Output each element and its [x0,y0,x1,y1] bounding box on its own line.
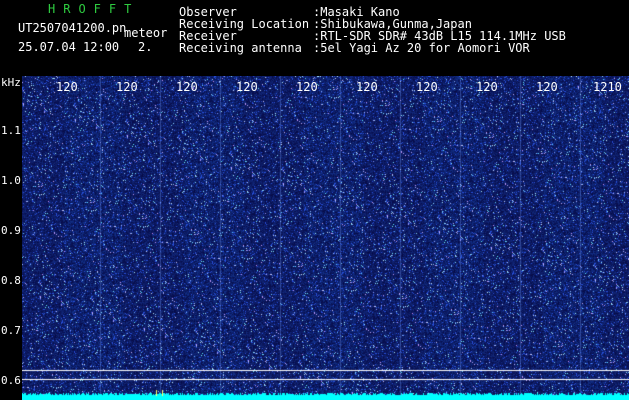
x-tick: 120 [56,80,78,94]
x-tick: 120 [356,80,378,94]
x-tick: 120 [476,80,498,94]
y-axis: kHz 1.1 1.0 0.9 0.8 0.7 0.6 [0,76,22,400]
x-tick: 120 [416,80,438,94]
app-logo: HROFFT [48,2,140,16]
y-tick: 1.1 [1,124,21,137]
x-tick: 120 [536,80,558,94]
x-tick: 1210 [593,80,622,94]
y-tick: 0.8 [1,274,21,287]
y-tick: 1.0 [1,174,21,187]
y-unit-label: kHz [1,76,21,89]
x-tick: 120 [176,80,198,94]
info-header: HROFFT UT2507041200.pn meteor 25.07.04 1… [0,0,629,76]
y-tick: 0.7 [1,324,21,337]
event-count: 2. [138,40,153,54]
event-tag: meteor [124,26,168,40]
spectrogram-canvas [22,76,629,400]
y-tick: 0.6 [1,374,21,387]
filename: UT2507041200.pn [18,21,127,35]
antenna-label: Receiving antenna [179,41,302,55]
x-tick: 120 [236,80,258,94]
x-tick: 120 [296,80,318,94]
y-tick: 0.9 [1,224,21,237]
antenna-value: :5el Yagi Az 20 for Aomori VOR [313,41,530,55]
spectrogram-plot [22,76,629,400]
datetime: 25.07.04 12:00 [18,40,120,54]
x-tick: 120 [116,80,138,94]
